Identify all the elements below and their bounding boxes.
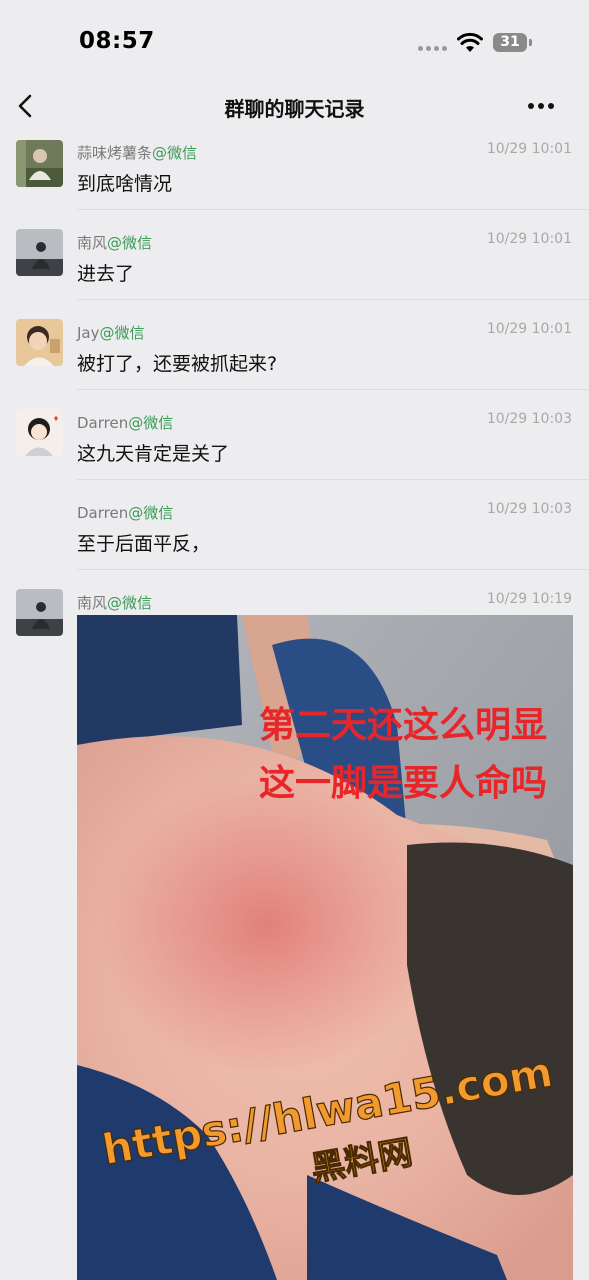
sender-name: 南风@微信 <box>77 234 153 252</box>
avatar[interactable] <box>16 409 63 456</box>
divider <box>77 479 589 480</box>
signal-icon <box>418 46 447 51</box>
message-photo[interactable]: 第二天还这么明显 这一脚是要人命吗 https://hlwa15.com 黑料网 <box>77 615 573 1280</box>
message-time: 10/29 10:01 <box>486 231 572 247</box>
avatar[interactable] <box>16 589 63 636</box>
nav-bar: 群聊的聊天记录 <box>0 80 589 132</box>
wifi-icon <box>457 32 483 52</box>
sender-name: Jay@微信 <box>77 324 145 342</box>
photo-overlay-line1: 第二天还这么明显 <box>259 705 547 746</box>
message-text: 被打了，还要被抓起来? <box>77 353 278 375</box>
message-time: 10/29 10:01 <box>486 141 572 157</box>
photo-overlay-line2: 这一脚是要人命吗 <box>259 762 547 804</box>
more-dots-icon[interactable] <box>528 98 562 114</box>
avatar[interactable] <box>16 140 63 187</box>
divider <box>77 389 589 390</box>
sender-name: 南风@微信 <box>77 594 153 612</box>
sender-name: 蒜味烤薯条@微信 <box>77 144 198 162</box>
page-title: 群聊的聊天记录 <box>224 97 365 121</box>
message-text: 至于后面平反， <box>77 533 211 555</box>
avatar[interactable] <box>16 229 63 276</box>
message-time: 10/29 10:01 <box>486 321 572 337</box>
message-text: 这九天肯定是关了 <box>77 443 230 465</box>
battery-icon: 31 <box>493 33 532 52</box>
divider <box>77 299 589 300</box>
message-time: 10/29 10:03 <box>486 501 572 517</box>
sender-name: Darren@微信 <box>77 504 174 522</box>
status-time: 08:57 <box>79 28 155 54</box>
message-time: 10/29 10:19 <box>486 591 572 607</box>
message-text: 到底啥情况 <box>77 173 173 195</box>
divider <box>77 569 589 570</box>
divider <box>77 209 589 210</box>
avatar[interactable] <box>16 319 63 366</box>
sender-name: Darren@微信 <box>77 414 174 432</box>
status-bar: 08:57 31 <box>0 0 589 80</box>
message-text: 进去了 <box>77 263 135 285</box>
message-time: 10/29 10:03 <box>486 411 572 427</box>
